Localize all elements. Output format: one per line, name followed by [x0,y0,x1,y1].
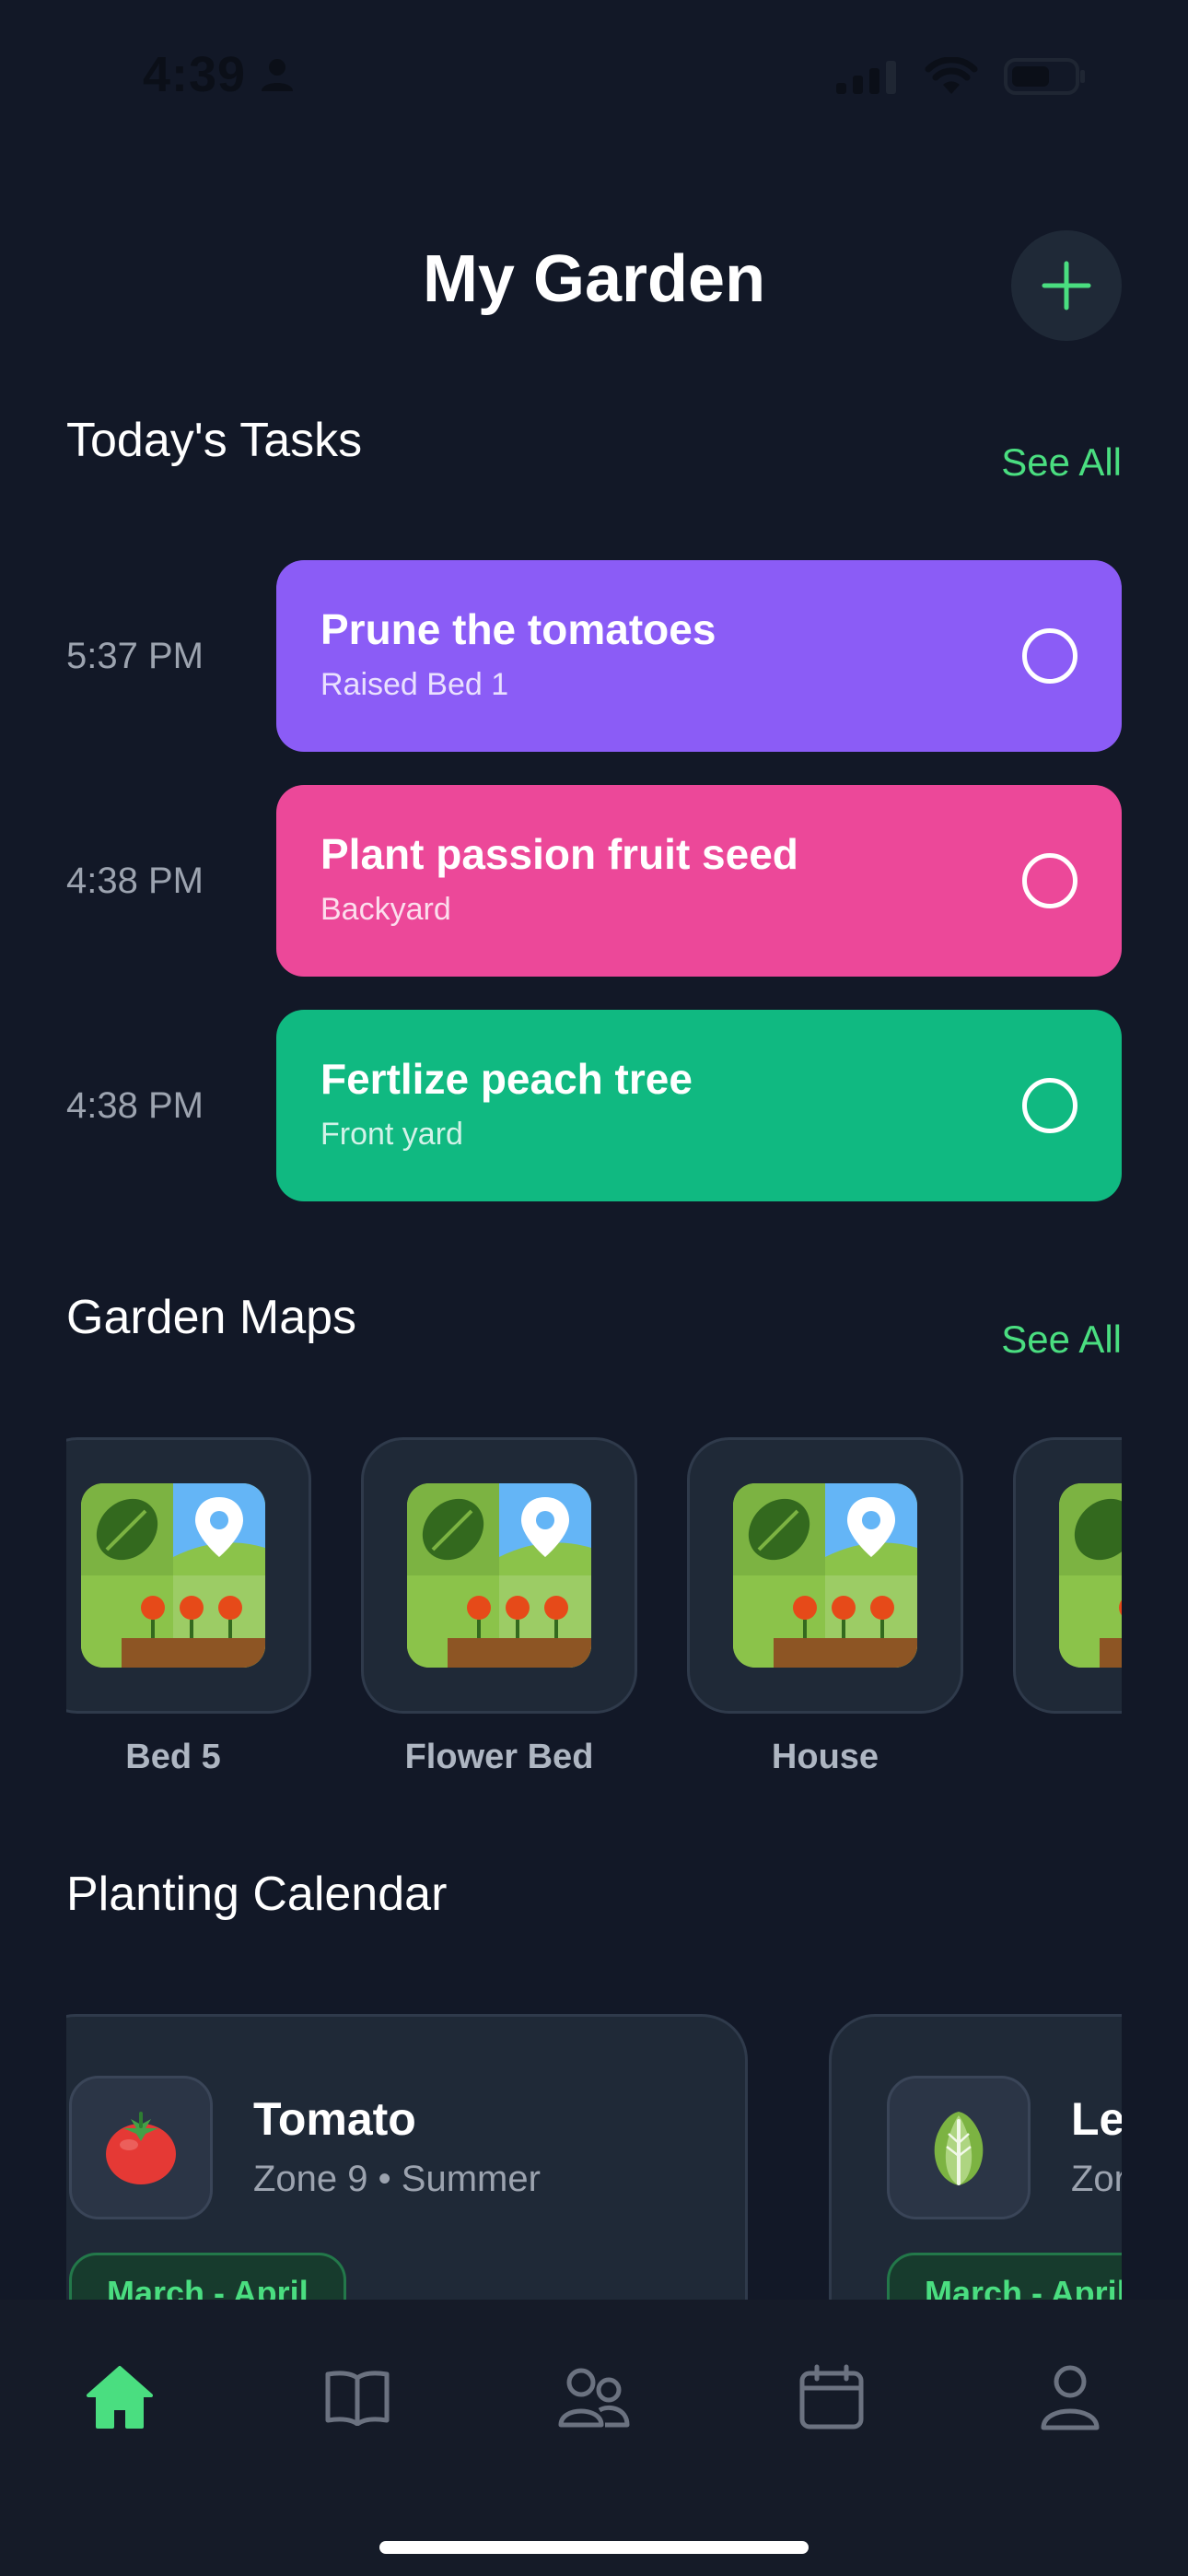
tomato-icon [106,2112,176,2184]
tasks-section-title: Today's Tasks [66,414,363,467]
map-label: House [771,1738,879,1776]
task-complete-checkbox[interactable] [1022,853,1077,908]
planting-calendar-carousel[interactable]: Tomato Zone 9 • Summer March - April Le … [66,2014,1122,2300]
tab-bar [0,2300,1188,2576]
clock-text: 4:39 [143,47,247,102]
task-title: Plant passion fruit seed [320,830,798,878]
book-icon [325,2371,390,2426]
status-bar-indicators [834,57,1087,96]
home-icon [87,2366,153,2429]
add-button[interactable] [1011,230,1122,341]
plant-name: Le [1071,2093,1122,2145]
task-time: 4:38 PM [66,1085,204,1126]
tab-home[interactable] [83,2360,157,2434]
garden-map-item[interactable]: House [687,1437,963,1777]
lettuce-icon-tile [887,2076,1031,2219]
task-location: Backyard [320,892,451,927]
map-tile [361,1437,637,1714]
garden-map-icon [1059,1483,1122,1668]
plant-name: Tomato [253,2093,416,2145]
task-card-prune-tomatoes[interactable]: Prune the tomatoes Raised Bed 1 [276,560,1122,752]
garden-map-item[interactable]: Flower Bed [361,1437,637,1777]
battery-icon [1004,58,1085,95]
calendar-card-lettuce[interactable]: Le Zor March - April [829,2014,1122,2300]
garden-map-icon [733,1483,917,1668]
wifi-icon [925,57,978,94]
plant-zone-season: Zone 9 • Summer [253,2159,541,2199]
task-card-plant-passion-fruit[interactable]: Plant passion fruit seed Backyard [276,785,1122,977]
planting-window-badge: March - April [887,2253,1122,2300]
task-location: Front yard [320,1117,463,1152]
tomato-icon-tile [69,2076,213,2219]
task-location: Raised Bed 1 [320,667,509,702]
tasks-see-all-link[interactable]: See All [1001,440,1122,485]
maps-see-all-link[interactable]: See All [1001,1317,1122,1362]
map-tile [687,1437,963,1714]
tab-guides[interactable] [320,2360,394,2434]
map-label: Bed 5 [125,1738,221,1776]
profile-icon [1041,2365,1100,2430]
planting-window-badge: March - April [69,2253,346,2300]
calendar-icon [799,2364,864,2430]
plant-zone-season: Zor [1071,2159,1122,2199]
page-title: My Garden [422,242,766,316]
map-label: Flower Bed [404,1738,594,1776]
task-title: Fertlize peach tree [320,1055,693,1103]
garden-maps-carousel[interactable]: Bed 5 Flower Bed House [66,1437,1122,1787]
task-card-fertilize-peach[interactable]: Fertlize peach tree Front yard [276,1010,1122,1201]
tab-community[interactable] [557,2360,631,2434]
tab-profile[interactable] [1033,2360,1107,2434]
garden-map-item[interactable]: Pl [1013,1437,1122,1777]
garden-map-icon [407,1483,591,1668]
status-bar-time: 4:39 [143,46,296,103]
lettuce-icon [934,2112,984,2185]
maps-section-title: Garden Maps [66,1291,357,1344]
person-icon [262,59,294,91]
map-tile [66,1437,311,1714]
plus-icon [1042,261,1091,310]
task-complete-checkbox[interactable] [1022,628,1077,684]
community-icon [558,2368,630,2428]
task-title: Prune the tomatoes [320,605,716,653]
map-label: Pl [1013,1738,1122,1777]
calendar-card-tomato[interactable]: Tomato Zone 9 • Summer March - April [66,2014,748,2300]
task-time: 4:38 PM [66,861,204,901]
calendar-section-title: Planting Calendar [66,1868,448,1921]
map-tile [1013,1437,1122,1714]
task-time: 5:37 PM [66,636,204,676]
tab-calendar[interactable] [795,2360,868,2434]
garden-map-icon [81,1483,265,1668]
garden-map-item[interactable]: Bed 5 [66,1437,311,1777]
cellular-signal-icon [836,61,896,94]
home-indicator[interactable] [379,2541,809,2554]
task-complete-checkbox[interactable] [1022,1078,1077,1133]
